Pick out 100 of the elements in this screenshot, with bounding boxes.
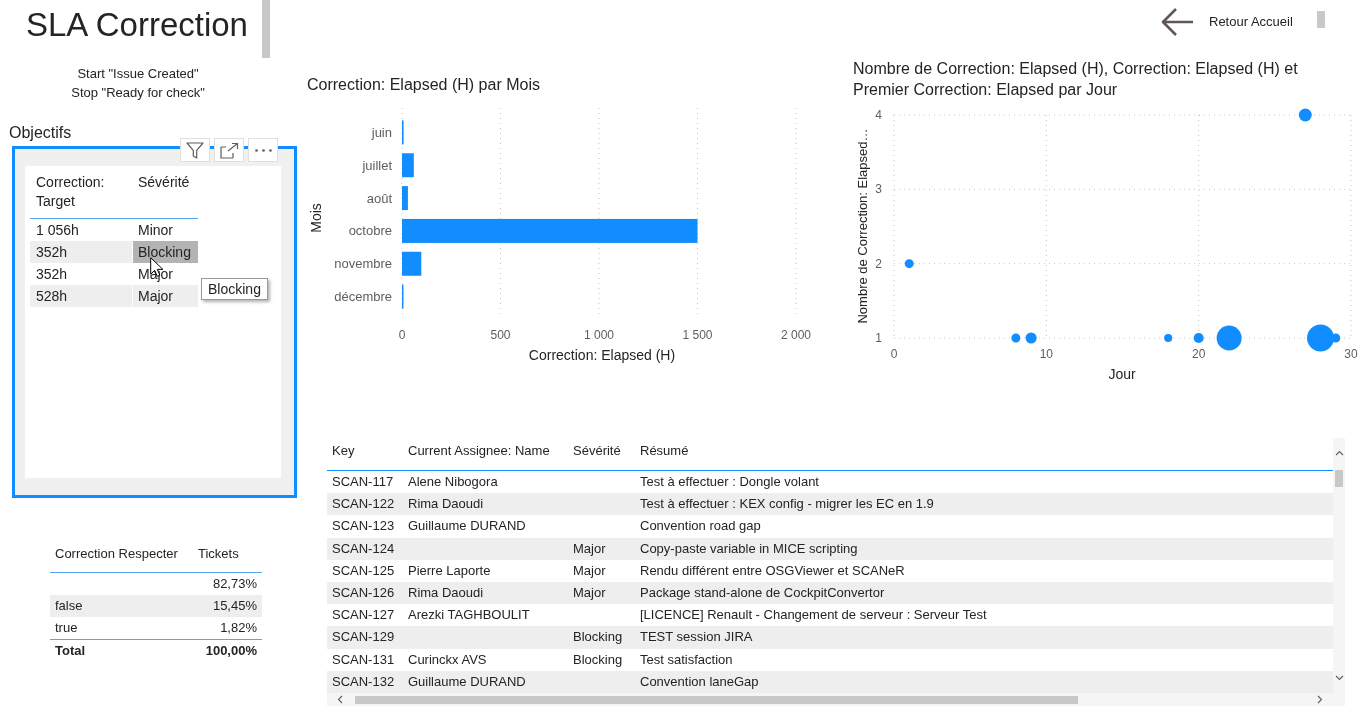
table-cell-text: Convention road gap	[639, 517, 762, 536]
table-cell-text: Blocking	[572, 650, 624, 669]
axis-title: Nombre de Correction: Elapsed…	[854, 128, 870, 324]
table-cell-text: SCAN-129	[331, 628, 396, 647]
section-title: Objectifs	[9, 123, 72, 143]
column-header[interactable]: Résumé	[635, 443, 1333, 459]
tick-label: 1 000	[584, 328, 614, 342]
table-cell-text: Blocking	[572, 628, 624, 647]
table-cell-text: Test à effectuer : Dongle volant	[639, 473, 820, 492]
table-cell-text: false	[54, 597, 84, 615]
table-cell-text: Guillaume DURAND	[407, 672, 527, 691]
bar	[402, 153, 414, 178]
table-cell-text: SCAN-122	[331, 495, 396, 514]
chevron-up-icon[interactable]	[1334, 450, 1344, 456]
data-point	[1164, 333, 1173, 343]
table-cell-text: SCAN-123	[331, 517, 396, 536]
vertical-scrollbar[interactable]	[1333, 438, 1345, 693]
chevron-left-icon[interactable]	[337, 695, 343, 704]
table-cell-text: 1,82%	[219, 619, 258, 637]
tick-label: 30	[1344, 347, 1358, 361]
tick-label: 20	[1192, 347, 1206, 361]
table-cell-text: 15,45%	[211, 597, 258, 615]
table-cell-text: SCAN-132	[331, 672, 396, 691]
table-cell-text: Convention laneGap	[639, 672, 760, 691]
subtitle-line: Start "Issue Created"	[77, 65, 199, 83]
tick-label: 0	[398, 328, 406, 342]
table-cell-text: true	[54, 619, 79, 637]
arrow-left-icon[interactable]	[1160, 7, 1194, 37]
column-header[interactable]: Correction Respecter	[50, 546, 193, 562]
table-cell-text: SCAN-125	[331, 561, 396, 580]
table-cell-text: SCAN-126	[331, 584, 396, 603]
data-point	[1011, 333, 1021, 343]
table-cell-text: SCAN-131	[331, 650, 396, 669]
table-cell-text: Copy-paste variable in MICE scripting	[639, 539, 859, 558]
table-cell-text: Major	[572, 584, 607, 603]
table-cell-text: Alene Nibogora	[407, 473, 499, 492]
data-point	[1025, 332, 1037, 344]
table-cell-text: 100,00%	[204, 642, 258, 660]
filter-icon[interactable]	[186, 141, 204, 159]
table-cell-text: Test satisfaction	[639, 650, 734, 669]
table-cell-text: Rima Daoudi	[407, 584, 485, 603]
table-cell-text: Major	[572, 539, 607, 558]
table-cell-text: Rima Daoudi	[407, 495, 485, 514]
category-label: novembre	[334, 256, 392, 272]
more-icon[interactable]	[254, 148, 272, 152]
tick-label: 0	[890, 347, 898, 361]
tick-label: 500	[490, 328, 511, 342]
page-title: SLA Correction	[26, 5, 248, 45]
column-header[interactable]: Correction: Target	[30, 173, 132, 218]
chevron-right-icon[interactable]	[1317, 695, 1323, 704]
tick-label: 1	[875, 331, 882, 345]
scrollbar-thumb[interactable]	[262, 0, 270, 58]
table-cell: 352h	[30, 241, 132, 263]
tick-label: 10	[1039, 347, 1053, 361]
horizontal-scrollbar[interactable]	[327, 693, 1345, 706]
table-cell: 528h	[30, 285, 132, 307]
tick-label: 3	[875, 182, 882, 197]
tick-label: 4	[875, 108, 882, 122]
scrollbar-thumb[interactable]	[1316, 11, 1325, 28]
category-label: octobre	[348, 223, 392, 239]
table-cell: Major	[133, 285, 198, 307]
bar	[402, 186, 408, 211]
data-point	[1216, 325, 1242, 351]
category-label: août	[366, 190, 392, 206]
table-cell-text: [LICENCE] Renault - Changement de serveur : Serveur Test	[639, 606, 988, 625]
table-cell-text: SCAN-124	[331, 539, 396, 558]
expand-icon[interactable]	[219, 141, 239, 159]
column-header[interactable]: Tickets	[193, 546, 262, 562]
data-point	[1298, 108, 1312, 122]
table-cell-text: Package stand-alone de CockpitConvertor	[639, 584, 886, 603]
chevron-down-icon[interactable]	[1334, 675, 1344, 681]
axis-title: Jour	[1108, 366, 1136, 382]
table-cell: Blocking	[133, 241, 198, 263]
back-button[interactable]: Retour Accueil	[1160, 7, 1293, 37]
table-cell-text: Major	[572, 561, 607, 580]
chart-title: Correction: Elapsed (H) par Mois	[307, 75, 540, 95]
table-cell-text: 82,73%	[211, 575, 258, 593]
focus-mode-button[interactable]	[214, 138, 244, 162]
axis-title: Mois	[308, 203, 324, 233]
axis-title: Correction: Elapsed (H)	[528, 347, 676, 363]
column-header[interactable]: Current Assignee: Name	[403, 443, 568, 459]
scrollbar-thumb[interactable]	[1335, 470, 1343, 487]
tick-label: 2 000	[781, 328, 811, 342]
table-cell-text: Curinckx AVS	[407, 650, 488, 669]
data-point	[1193, 332, 1204, 344]
column-header[interactable]: Sévérité	[132, 173, 198, 218]
scrollbar-thumb[interactable]	[355, 695, 1078, 704]
table-cell-text: SCAN-127	[331, 606, 396, 625]
filter-button[interactable]	[180, 138, 210, 162]
column-header[interactable]: Key	[327, 443, 403, 459]
category-label: juin	[371, 124, 392, 140]
table-cell-text: Test à effectuer : KEX config - migrer les EC en 1.9	[639, 495, 935, 514]
table-cell-text: TEST session JIRA	[639, 628, 754, 647]
data-point	[904, 259, 914, 269]
column-header[interactable]: Sévérité	[568, 443, 635, 459]
bar	[402, 251, 422, 276]
table-cell-text: Rendu différent entre OSGViewer et SCANeR	[639, 561, 906, 580]
tick-label: 1 500	[682, 328, 713, 342]
table-cell-text: Pierre Laporte	[407, 561, 492, 580]
tooltip: Blocking	[201, 278, 268, 300]
